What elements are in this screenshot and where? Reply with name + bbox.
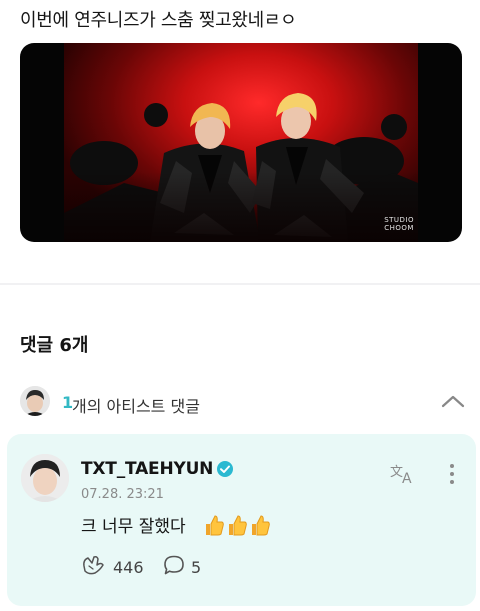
speech-bubble-icon [163, 554, 185, 580]
post-text: 이번에 연주니즈가 스춤 찢고왔네ㄹㅇ [20, 10, 297, 31]
more-vertical-icon[interactable] [443, 462, 461, 486]
author-name[interactable]: TXT_TAEHYUN [81, 459, 213, 479]
artist-comment-card: TXT_TAEHYUN 07.28. 23:21 文 A 크 너무 잘했다 44… [7, 434, 476, 606]
section-divider [0, 283, 480, 285]
cheer-hands-icon [81, 554, 107, 580]
comment-text: 크 너무 잘했다 [81, 517, 186, 537]
thumbs-up-emoji [203, 513, 225, 537]
video-player[interactable]: STUDIO CHOOM [20, 43, 462, 242]
video-thumbnail [64, 43, 418, 242]
video-watermark: STUDIO CHOOM [384, 216, 414, 232]
artist-comments-header[interactable]: 1 개의 아티스트 댓글 [0, 383, 480, 423]
watermark-bottom: CHOOM [384, 224, 414, 232]
comment-emojis [203, 513, 271, 537]
chevron-up-icon[interactable] [441, 393, 465, 409]
watermark-top: STUDIO [384, 216, 414, 224]
translate-icon[interactable]: 文 A [389, 461, 417, 487]
thumbs-up-emoji [249, 513, 271, 537]
artist-comment-label: 개의 아티스트 댓글 [72, 397, 200, 416]
like-button[interactable]: 446 [81, 556, 144, 578]
artist-mini-avatar [20, 386, 50, 416]
avatar[interactable] [21, 454, 69, 502]
comment-date: 07.28. 23:21 [81, 487, 164, 502]
comments-count-title: 댓글 6개 [20, 335, 89, 356]
reply-count: 5 [191, 557, 202, 577]
verified-badge-icon [216, 460, 234, 478]
like-count: 446 [113, 557, 144, 577]
reply-button[interactable]: 5 [163, 554, 202, 580]
thumbs-up-emoji [226, 513, 248, 537]
svg-text:A: A [402, 471, 412, 485]
video-floor-shadow [64, 172, 418, 242]
